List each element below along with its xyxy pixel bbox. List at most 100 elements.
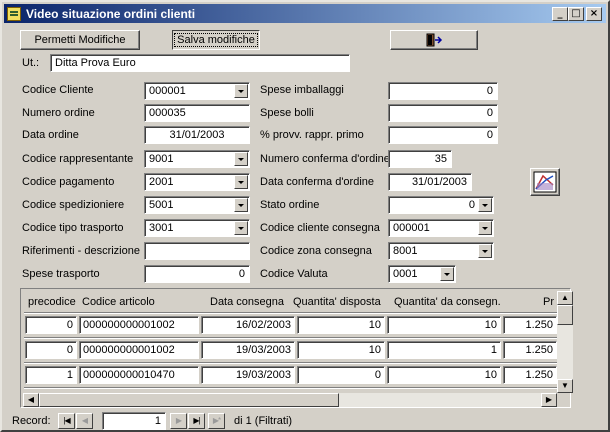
col-header-data-consegna: Data consegna <box>210 296 284 308</box>
numero-conferma-field[interactable]: 35 <box>388 150 452 168</box>
cell-precodice[interactable]: 0 <box>25 341 77 359</box>
salva-modifiche-label: Salva modifiche <box>174 33 258 47</box>
codice-spedizioniere-select[interactable]: 5001 <box>144 196 250 214</box>
scroll-left-icon[interactable]: ◀ <box>23 393 39 407</box>
dropdown-arrow-icon[interactable] <box>478 221 492 235</box>
riferimenti-field[interactable] <box>144 242 250 260</box>
scroll-thumb[interactable] <box>557 305 573 325</box>
cell-quantita-disposta[interactable]: 10 <box>297 316 385 334</box>
codice-cliente-select[interactable]: 000001 <box>144 82 250 100</box>
codice-cliente-label: Codice Cliente <box>22 84 94 96</box>
spese-bolli-field[interactable]: 0 <box>388 104 498 122</box>
stato-ordine-select[interactable]: 0 <box>388 196 494 214</box>
scroll-up-icon[interactable]: ▲ <box>557 291 573 305</box>
cell-quantita-da-consegnare[interactable]: 10 <box>387 366 501 384</box>
cell-prezzo[interactable]: 1.250 <box>503 341 557 359</box>
cell-data-consegna[interactable]: 16/02/2003 <box>201 316 295 334</box>
vertical-scrollbar[interactable]: ▲ ▼ <box>557 291 573 393</box>
provv-rappr-field[interactable]: 0 <box>388 126 498 144</box>
window-title: Video situazione ordini clienti <box>26 6 196 21</box>
data-ordine-field[interactable]: 31/01/2003 <box>144 126 250 144</box>
codice-cliente-consegna-select[interactable]: 000001 <box>388 219 494 237</box>
cell-codice-articolo[interactable]: 000000000001002 <box>79 316 199 334</box>
dropdown-arrow-icon[interactable] <box>478 198 492 212</box>
row-separator <box>24 362 557 364</box>
col-header-quantita-da-consegnare: Quantita' da consegn. <box>394 296 501 308</box>
codice-cliente-value: 000001 <box>149 85 186 97</box>
dropdown-arrow-icon[interactable] <box>234 152 248 166</box>
dropdown-arrow-icon[interactable] <box>440 267 454 281</box>
col-header-precodice: precodice <box>28 296 76 308</box>
stato-ordine-value: 0 <box>468 199 475 211</box>
scroll-right-icon[interactable]: ▶ <box>541 393 557 407</box>
codice-spedizioniere-label: Codice spedizioniere <box>22 199 125 211</box>
cell-prezzo[interactable]: 1.250 <box>503 366 557 384</box>
codice-zona-consegna-select[interactable]: 8001 <box>388 242 494 260</box>
ut-label: Ut.: <box>22 57 40 69</box>
data-ordine-label: Data ordine <box>22 129 79 141</box>
record-number-field[interactable]: 1 <box>102 412 166 430</box>
last-record-icon[interactable]: ▶| <box>188 413 205 429</box>
codice-pagamento-label: Codice pagamento <box>22 176 115 188</box>
row-separator <box>24 312 557 314</box>
codice-rappresentante-select[interactable]: 9001 <box>144 150 250 168</box>
cell-quantita-da-consegnare[interactable]: 10 <box>387 316 501 334</box>
exit-button[interactable] <box>390 30 478 50</box>
exit-door-icon <box>426 33 443 47</box>
codice-pagamento-select[interactable]: 2001 <box>144 173 250 191</box>
codice-rappresentante-value: 9001 <box>149 153 174 165</box>
codice-tipo-trasporto-select[interactable]: 3001 <box>144 219 250 237</box>
codice-pagamento-value: 2001 <box>149 176 174 188</box>
row-separator <box>24 337 557 339</box>
cell-precodice[interactable]: 1 <box>25 366 77 384</box>
codice-valuta-value: 0001 <box>393 268 418 280</box>
data-conferma-label: Data conferma d'ordine <box>260 176 374 188</box>
codice-valuta-label: Codice Valuta <box>260 268 328 280</box>
horizontal-scrollbar[interactable]: ◀ ▶ <box>23 393 557 407</box>
ut-field[interactable]: Ditta Prova Euro <box>50 54 350 72</box>
scroll-down-icon[interactable]: ▼ <box>557 379 573 393</box>
cell-quantita-disposta[interactable]: 0 <box>297 366 385 384</box>
cell-codice-articolo[interactable]: 000000000001002 <box>79 341 199 359</box>
codice-zona-consegna-label: Codice zona consegna <box>260 245 372 257</box>
chart-button[interactable] <box>530 168 560 196</box>
spese-imballaggi-field[interactable]: 0 <box>388 82 498 100</box>
spese-trasporto-field[interactable]: 0 <box>144 265 250 283</box>
cell-precodice[interactable]: 0 <box>25 316 77 334</box>
spese-bolli-label: Spese bolli <box>260 107 314 119</box>
salva-modifiche-button[interactable]: Salva modifiche <box>172 30 260 50</box>
permetti-modifiche-button[interactable]: Permetti Modifiche <box>20 30 140 50</box>
codice-zona-consegna-value: 8001 <box>393 245 418 257</box>
codice-tipo-trasporto-label: Codice tipo trasporto <box>22 222 124 234</box>
dropdown-arrow-icon[interactable] <box>234 84 248 98</box>
maximize-button[interactable]: □ <box>568 7 584 21</box>
next-record-icon: ▶ <box>170 413 187 429</box>
spese-trasporto-label: Spese trasporto <box>22 268 100 280</box>
cell-prezzo[interactable]: 1.250 <box>503 316 557 334</box>
cell-data-consegna[interactable]: 19/03/2003 <box>201 341 295 359</box>
title-bar[interactable]: Video situazione ordini clienti _ □ × <box>4 4 606 23</box>
numero-ordine-field[interactable]: 000035 <box>144 104 250 122</box>
cell-codice-articolo[interactable]: 000000000010470 <box>79 366 199 384</box>
dropdown-arrow-icon[interactable] <box>478 244 492 258</box>
cell-quantita-disposta[interactable]: 10 <box>297 341 385 359</box>
codice-valuta-select[interactable]: 0001 <box>388 265 456 283</box>
cell-quantita-da-consegnare[interactable]: 1 <box>387 341 501 359</box>
main-window: Video situazione ordini clienti _ □ × Pe… <box>0 0 610 432</box>
dropdown-arrow-icon[interactable] <box>234 198 248 212</box>
order-lines-subform: precodice Codice articolo Data consegna … <box>20 288 573 408</box>
row-separator <box>24 387 557 389</box>
previous-record-icon: ◀ <box>76 413 93 429</box>
dropdown-arrow-icon[interactable] <box>234 221 248 235</box>
codice-spedizioniere-value: 5001 <box>149 199 174 211</box>
col-header-codice-articolo: Codice articolo <box>82 296 155 308</box>
minimize-button[interactable]: _ <box>552 7 568 21</box>
cell-data-consegna[interactable]: 19/03/2003 <box>201 366 295 384</box>
codice-cliente-consegna-label: Codice cliente consegna <box>260 222 380 234</box>
col-header-prezzo: Pr <box>543 296 554 308</box>
data-conferma-field[interactable]: 31/01/2003 <box>388 173 472 191</box>
scroll-thumb-horizontal[interactable] <box>39 393 339 407</box>
first-record-icon[interactable]: |◀ <box>58 413 75 429</box>
close-button[interactable]: × <box>586 7 602 21</box>
dropdown-arrow-icon[interactable] <box>234 175 248 189</box>
